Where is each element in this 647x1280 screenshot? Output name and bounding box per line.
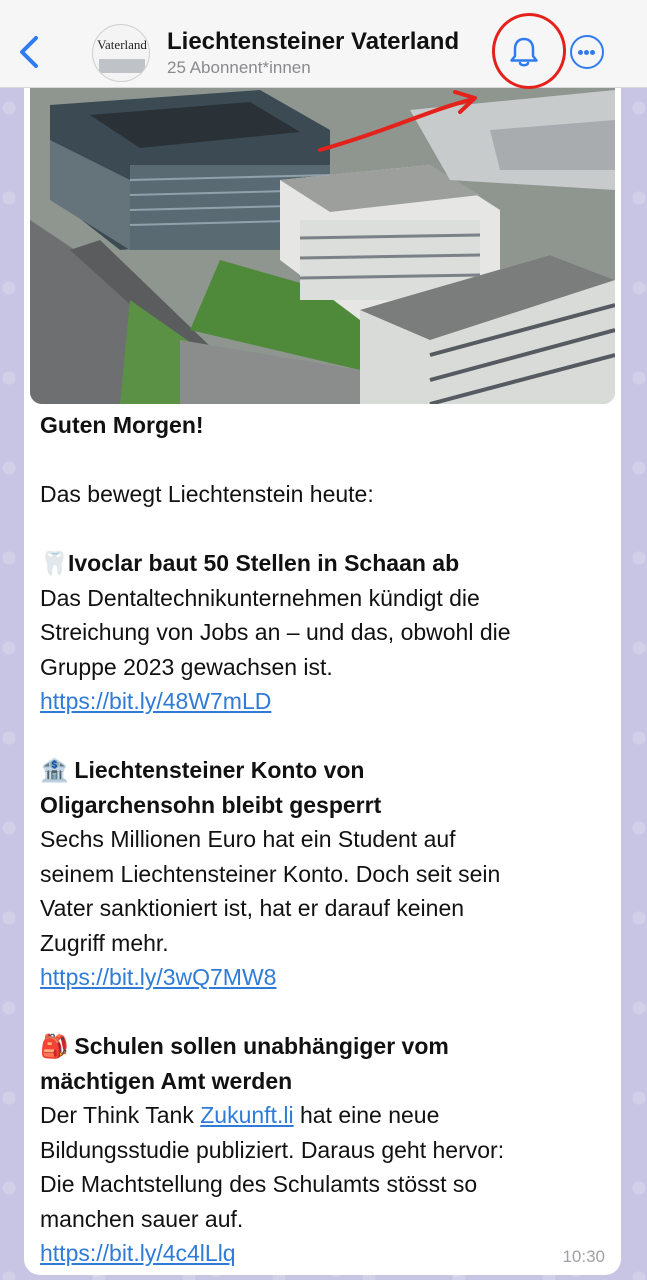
bank-icon: 🏦 bbox=[40, 757, 69, 783]
headline-text: Schulen sollen unabhängiger vom bbox=[74, 1033, 449, 1059]
news-body-line: Bildungsstudie publiziert. Daraus geht h… bbox=[40, 1136, 505, 1163]
news-body-line: Vater sanktioniert ist, hat er darauf ke… bbox=[40, 895, 465, 921]
news-headline-cont: mächtigen Amt werden bbox=[40, 1067, 293, 1094]
red-annotation-circle bbox=[487, 8, 571, 94]
inline-link[interactable]: Zukunft.li bbox=[200, 1102, 293, 1128]
news-headline: 🦷Ivoclar baut 50 Stellen in Schaan ab bbox=[40, 546, 605, 581]
subscriber-count: 25 Abonnent*innen bbox=[167, 58, 311, 77]
backpack-icon: 🎒 bbox=[40, 1033, 69, 1059]
news-body-line: Der Think Tank Zukunft.li hat eine neue bbox=[40, 1098, 605, 1133]
news-body-line: Das Dentaltechnikunternehmen kündigt die bbox=[40, 584, 480, 611]
more-options-button[interactable] bbox=[570, 35, 604, 69]
news-body-line: Gruppe 2023 gewachsen ist. bbox=[40, 653, 333, 680]
message-photo[interactable] bbox=[30, 70, 615, 404]
avatar-logo: Vaterland bbox=[97, 37, 147, 52]
message-text: Guten Morgen! Das bewegt Liechtenstein h… bbox=[40, 408, 605, 1271]
news-link[interactable]: https://bit.ly/3wQ7MW8 bbox=[40, 964, 276, 990]
greeting: Guten Morgen! bbox=[40, 412, 204, 438]
headline-text: Ivoclar baut 50 Stellen in Schaan ab bbox=[68, 550, 460, 576]
chevron-left-icon bbox=[20, 36, 38, 68]
body-text: hat eine neue bbox=[293, 1102, 440, 1128]
news-body-line: manchen sauer auf. bbox=[40, 1205, 244, 1232]
chat-header: Vaterland Liechtensteiner Vaterland 25 A… bbox=[0, 0, 647, 94]
news-body-line: Zugriff mehr. bbox=[40, 929, 169, 956]
news-link[interactable]: https://bit.ly/4c4lLlq bbox=[40, 1240, 236, 1266]
message-time: 10:30 bbox=[562, 1247, 605, 1266]
body-text: Der Think Tank bbox=[40, 1102, 201, 1128]
message-bubble: Guten Morgen! Das bewegt Liechtenstein h… bbox=[24, 70, 621, 1275]
news-link[interactable]: https://bit.ly/48W7mLD bbox=[40, 688, 271, 714]
news-headline-cont: Oligarchensohn bleibt gesperrt bbox=[40, 791, 382, 818]
news-body-line: Streichung von Jobs an – und das, obwohl… bbox=[40, 619, 511, 645]
tooth-icon: 🦷 bbox=[40, 550, 69, 576]
aerial-photo bbox=[30, 70, 615, 404]
ellipsis-circle-icon bbox=[578, 50, 583, 55]
intro-text: Das bewegt Liechtenstein heute: bbox=[40, 481, 374, 507]
news-body-line: seinem Liechtensteiner Konto. Doch seit … bbox=[40, 860, 501, 887]
news-headline: 🏦 Liechtensteiner Konto von bbox=[40, 753, 605, 788]
channel-avatar[interactable]: Vaterland bbox=[92, 24, 150, 82]
news-headline: 🎒 Schulen sollen unabhängiger vom bbox=[40, 1029, 605, 1064]
ellipsis-dot bbox=[584, 50, 589, 55]
back-button[interactable] bbox=[14, 32, 44, 72]
channel-title[interactable]: Liechtensteiner Vaterland bbox=[167, 28, 459, 56]
news-body-line: Sechs Millionen Euro hat ein Student auf bbox=[40, 826, 456, 852]
ellipsis-dot bbox=[590, 50, 595, 55]
news-body-line: Die Machtstellung des Schulamts stösst s… bbox=[40, 1171, 478, 1197]
avatar-newspaper-strip bbox=[99, 59, 145, 73]
chat-screen: Vaterland Liechtensteiner Vaterland 25 A… bbox=[0, 0, 647, 1280]
headline-text: Liechtensteiner Konto von bbox=[74, 757, 365, 783]
